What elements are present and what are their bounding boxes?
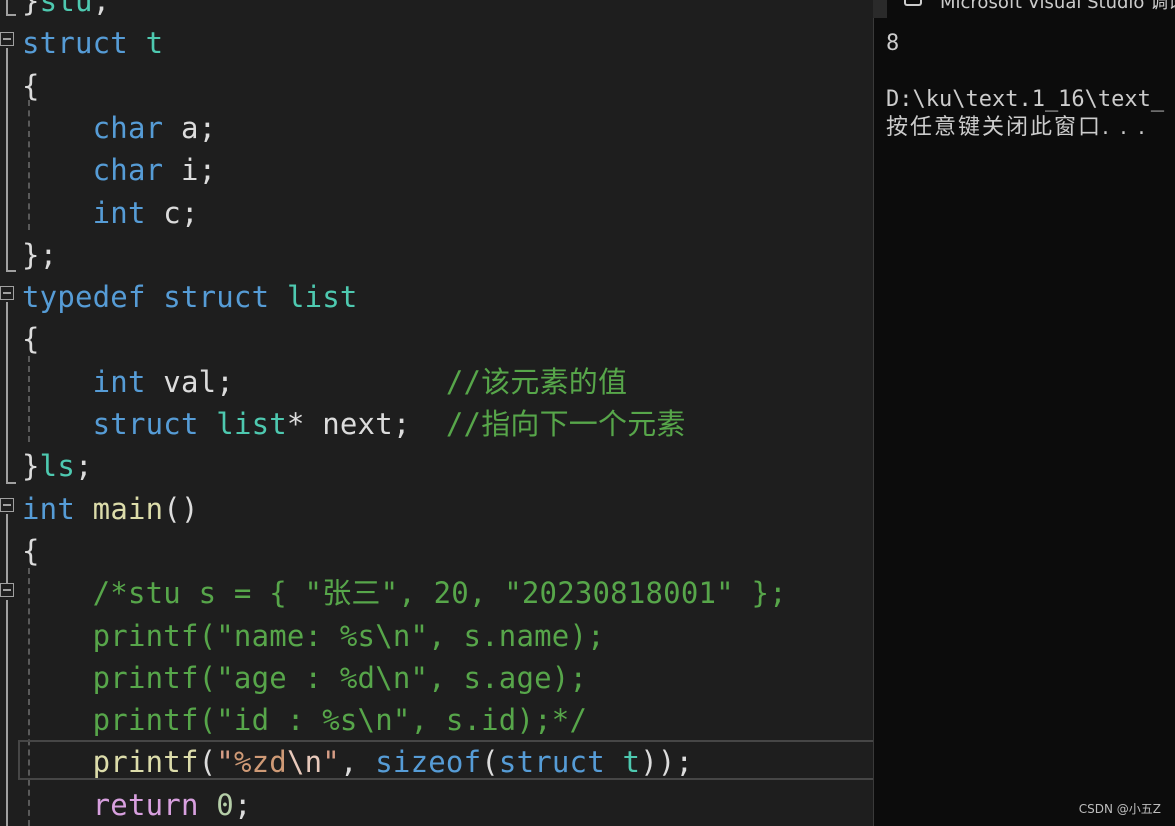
collapse-struct-t-icon[interactable] — [0, 32, 14, 46]
code-token: } — [22, 449, 40, 484]
outline-bar-end — [6, 14, 16, 16]
code-line[interactable]: return 0; — [22, 784, 252, 826]
code-token: ls — [39, 449, 75, 484]
code-editor[interactable]: }stu; struct t{ char a; char i; int c;}; t… — [0, 0, 873, 826]
code-line[interactable]: struct t — [22, 22, 163, 64]
code-token: val; — [145, 364, 234, 399]
outline-bar — [6, 600, 8, 826]
code-token: t — [145, 26, 164, 61]
code-token: return — [92, 787, 199, 822]
code-line[interactable]: typedef struct list — [22, 276, 358, 318]
console-window-icon — [904, 0, 922, 6]
code-line[interactable]: /*stu s = { "张三", 20, "20230818001" }; — [22, 572, 787, 614]
code-token: int — [22, 491, 75, 526]
indent-guide — [28, 568, 30, 826]
console-output-line: 按任意键关闭此窗口. . . — [886, 115, 1147, 140]
code-line[interactable]: printf("name: %s\n", s.name); — [22, 615, 605, 657]
code-token: printf("age : %d\n", s.age); — [92, 660, 588, 695]
code-token: c; — [145, 195, 199, 230]
indent-guide — [28, 356, 30, 442]
code-line[interactable]: }stu; — [22, 0, 110, 22]
code-line[interactable]: int val; //该元素的值 — [22, 361, 627, 403]
console-output-line: D:\ku\text.1_16\text_ — [886, 87, 1165, 112]
code-line[interactable]: { — [22, 318, 40, 360]
outline-bar — [6, 302, 8, 484]
code-line[interactable]: }; — [22, 234, 57, 276]
outline-bar — [6, 514, 8, 584]
code-token: char — [92, 153, 164, 188]
code-line[interactable]: }ls; — [22, 445, 93, 487]
code-line[interactable]: struct list* next; //指向下一个元素 — [22, 403, 686, 445]
code-token: /*stu s = { "张三", 20, "20230818001" }; — [92, 576, 787, 611]
code-token: 0 — [216, 787, 234, 822]
code-line[interactable]: char i; — [22, 149, 216, 191]
code-line[interactable]: int main() — [22, 488, 199, 530]
code-token: stu — [39, 0, 93, 18]
collapse-comment-icon[interactable] — [0, 583, 14, 597]
code-line[interactable]: int c; — [22, 192, 199, 234]
code-token: { — [22, 533, 40, 568]
debug-console-window[interactable]: Microsoft Visual Studio 调试 8 D:\ku\text.… — [873, 0, 1175, 826]
code-token: int — [92, 195, 146, 230]
code-token: a; — [163, 110, 217, 145]
code-token: struct — [163, 280, 270, 315]
outline-bar — [6, 48, 8, 272]
code-token: typedef — [22, 280, 146, 315]
outline-bar-end — [6, 482, 16, 484]
collapse-typedef-list-icon[interactable] — [0, 286, 14, 300]
code-token: ; — [233, 787, 252, 822]
code-token: //该元素的值 — [445, 364, 628, 399]
code-line[interactable]: char a; — [22, 107, 216, 149]
console-title: Microsoft Visual Studio 调试 — [940, 0, 1175, 13]
code-line[interactable]: printf("age : %d\n", s.age); — [22, 657, 587, 699]
collapse-main-icon[interactable] — [0, 498, 14, 512]
current-line-highlight — [18, 740, 873, 780]
code-token: char — [92, 110, 164, 145]
code-token: { — [22, 322, 40, 357]
code-token: ; — [75, 449, 93, 484]
indent-guide — [28, 100, 30, 230]
code-line[interactable]: { — [22, 530, 40, 572]
code-token: struct — [22, 26, 128, 61]
code-token: int — [92, 364, 146, 399]
code-token: ; — [92, 0, 111, 18]
console-output-line: 8 — [886, 31, 900, 56]
code-token: main — [92, 491, 164, 526]
code-token: () — [163, 491, 199, 526]
watermark: CSDN @小五Z — [1078, 802, 1161, 816]
code-token: //指向下一个元素 — [445, 407, 686, 441]
code-token: printf("name: %s\n", s.name); — [92, 618, 605, 653]
code-token: }; — [22, 237, 58, 272]
code-line[interactable]: printf("id : %s\n", s.id);*/ — [22, 699, 587, 741]
code-token: printf("id : %s\n", s.id);*/ — [92, 703, 588, 738]
console-scrollbar[interactable] — [873, 0, 887, 18]
code-line[interactable]: { — [22, 65, 40, 107]
code-token: list — [286, 280, 358, 315]
outline-bar-end — [6, 270, 16, 272]
code-token: list — [216, 407, 287, 441]
code-token: i; — [163, 153, 217, 188]
code-token: } — [22, 0, 40, 18]
code-token: struct — [92, 407, 199, 441]
code-token: { — [22, 68, 40, 103]
code-token: * next; — [286, 407, 411, 441]
